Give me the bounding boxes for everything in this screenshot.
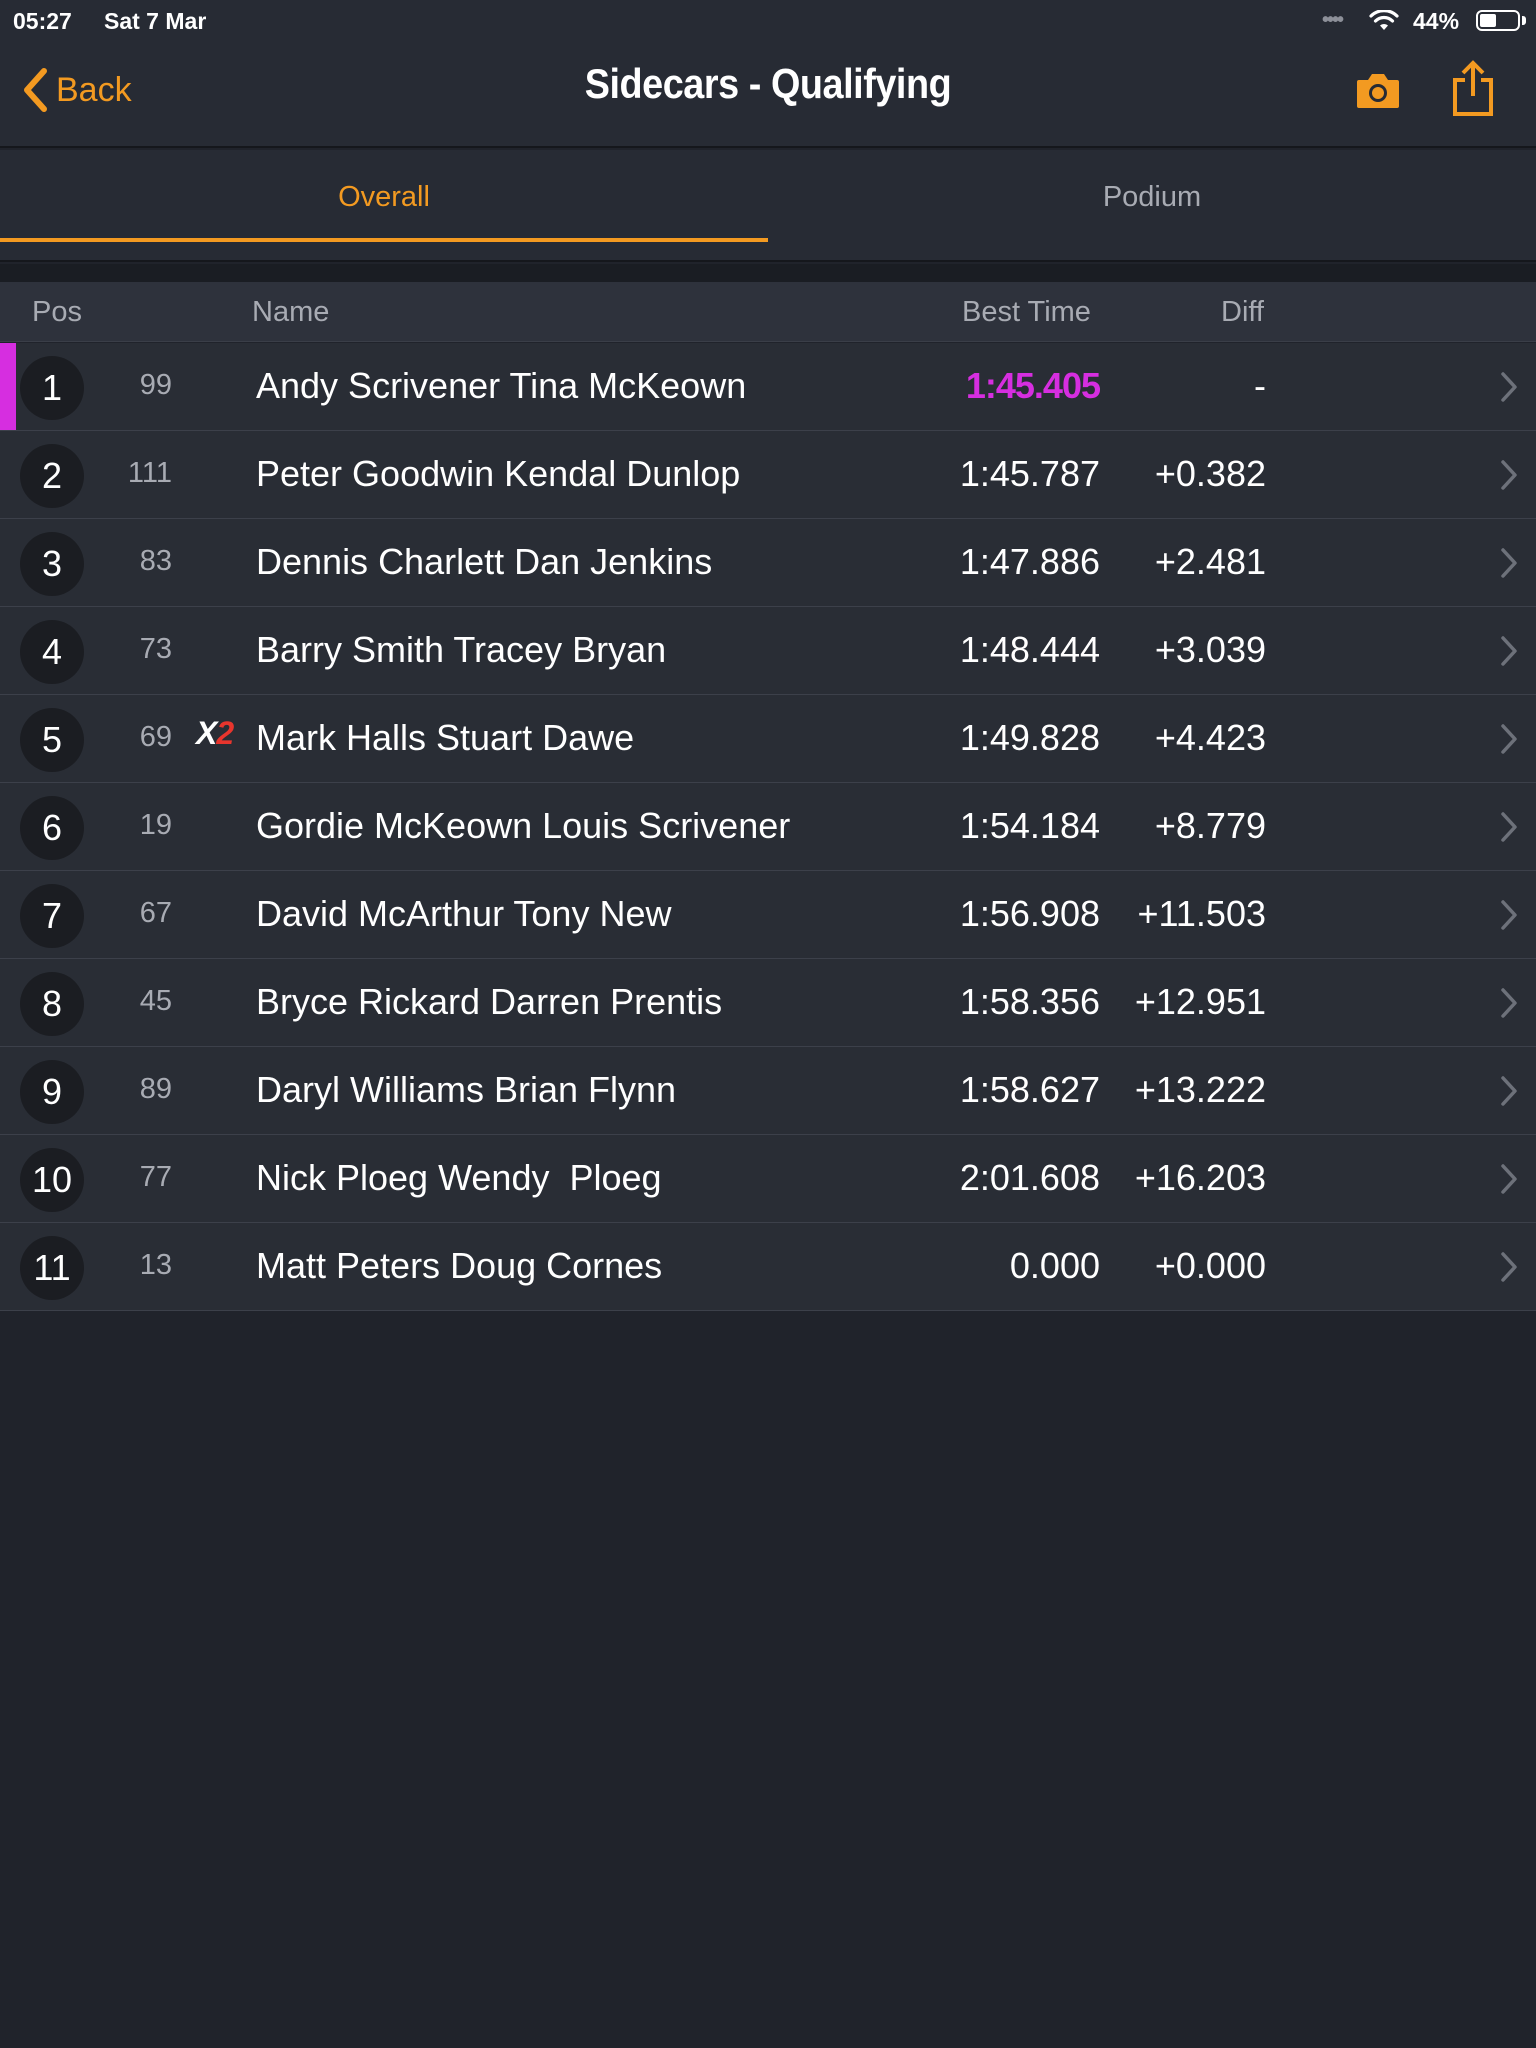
wifi-icon	[1369, 10, 1399, 30]
rider-names: Barry Smith Tracey Bryan	[256, 629, 667, 670]
status-bar: 05:27 Sat 7 Mar •••• 44%	[0, 0, 1536, 40]
battery-fill	[1480, 14, 1496, 27]
time-diff: +2.481	[1154, 541, 1266, 582]
page-title: Sidecars - Qualifying	[584, 60, 952, 107]
chevron-right-icon	[1501, 724, 1517, 754]
position-badge: 11	[20, 1236, 84, 1300]
position-badge: 2	[20, 444, 84, 508]
table-header: Pos Name Best Time Diff	[0, 282, 1536, 342]
rider-names: Matt Peters Doug Cornes	[256, 1245, 663, 1286]
rider-names: Peter Goodwin Kendal Dunlop	[256, 453, 741, 494]
car-number: 67	[139, 897, 172, 929]
table-row[interactable]: 6 19 Gordie McKeown Louis Scrivener 1:54.18…	[0, 783, 1536, 871]
car-number: 99	[139, 369, 172, 401]
time-diff: +11.503	[1137, 893, 1266, 934]
chevron-right-icon	[1501, 812, 1517, 842]
car-number: 19	[139, 809, 172, 841]
chevron-right-icon	[1501, 460, 1517, 490]
chevron-right-icon	[1501, 1076, 1517, 1106]
rider-names: Daryl Williams Brian Flynn	[256, 1069, 677, 1110]
chevron-left-icon	[24, 68, 47, 112]
rider-names: Dennis Charlett Dan Jenkins	[256, 541, 713, 582]
position-badge: 3	[20, 532, 84, 596]
share-icon[interactable]	[1450, 60, 1496, 118]
time-diff: +8.779	[1154, 805, 1266, 846]
time-diff: +0.000	[1154, 1245, 1266, 1286]
chevron-right-icon	[1501, 548, 1517, 578]
chevron-right-icon	[1501, 636, 1517, 666]
table-row[interactable]: 1 99 Andy Scrivener Tina McKeown 1:45.405-	[0, 343, 1536, 431]
column-header-name: Name	[252, 296, 330, 328]
rider-names: Bryce Rickard Darren Prentis	[256, 981, 723, 1022]
time-diff: +3.039	[1154, 629, 1266, 670]
position-badge: 6	[20, 796, 84, 860]
time-diff: +12.951	[1134, 981, 1266, 1022]
car-number: 13	[139, 1249, 172, 1281]
position-badge: 1	[20, 356, 84, 420]
divider	[0, 264, 1536, 282]
table-row[interactable]: 8 45 Bryce Rickard Darren Prentis 1:58.356 +…	[0, 959, 1536, 1047]
time-diff: +0.382	[1154, 453, 1266, 494]
fastest-lap-marker	[0, 343, 16, 430]
battery-icon	[1476, 10, 1520, 31]
car-number: 83	[139, 545, 172, 577]
table-row[interactable]: 5 69 X2 Mark Halls Stuart Dawe 1:49.828 +4.42…	[0, 695, 1536, 783]
chevron-right-icon	[1501, 900, 1517, 930]
cellular-signal-icon: ••••	[1322, 9, 1344, 31]
car-number: 45	[139, 985, 172, 1017]
status-time: 05:27	[13, 8, 72, 34]
x2-badge-icon: X2	[196, 715, 234, 751]
column-header-diff: Diff	[1221, 296, 1264, 328]
position-badge: 5	[20, 708, 84, 772]
chevron-right-icon	[1501, 1164, 1517, 1194]
rider-names: Gordie McKeown Louis Scrivener	[256, 805, 791, 846]
position-badge: 8	[20, 972, 84, 1036]
rider-names: Andy Scrivener Tina McKeown	[256, 365, 747, 406]
car-number: 89	[139, 1073, 172, 1105]
car-number: 77	[139, 1161, 172, 1193]
time-diff: +13.222	[1134, 1069, 1266, 1110]
camera-icon[interactable]	[1355, 70, 1401, 110]
column-header-best-time: Best Time	[962, 296, 1091, 328]
rider-names: Nick Ploeg Wendy Ploeg	[256, 1157, 662, 1198]
position-badge: 9	[20, 1060, 84, 1124]
chevron-right-icon	[1501, 372, 1517, 402]
table-row[interactable]: 10 77 Nick Ploeg Wendy Ploeg 2:01.608 +16.20…	[0, 1135, 1536, 1223]
battery-nub	[1522, 16, 1526, 25]
position-badge: 10	[20, 1148, 84, 1212]
table-row[interactable]: 11 13 Matt Peters Doug Cornes 0.000 +0.000	[0, 1223, 1536, 1311]
status-date: Sat 7 Mar	[104, 8, 207, 34]
tab-podium[interactable]: Podium	[768, 150, 1536, 262]
chevron-right-icon	[1501, 1252, 1517, 1282]
car-number: 111	[127, 457, 172, 489]
time-diff: +16.203	[1134, 1157, 1266, 1198]
active-tab-indicator	[0, 238, 768, 242]
rider-names: Mark Halls Stuart Dawe	[256, 717, 635, 758]
chevron-right-icon	[1501, 988, 1517, 1018]
column-header-pos: Pos	[32, 296, 82, 328]
table-row[interactable]: 9 89 Daryl Williams Brian Flynn 1:58.627 +13…	[0, 1047, 1536, 1135]
car-number: 69	[139, 721, 172, 753]
results-list: 1 99 Andy Scrivener Tina McKeown 1:45.405-2…	[0, 343, 1536, 1311]
time-diff: -	[1254, 365, 1266, 406]
time-diff: +4.423	[1154, 717, 1266, 758]
car-number: 73	[139, 633, 172, 665]
rider-names: David McArthur Tony New	[256, 893, 672, 934]
table-row[interactable]: 4 73 Barry Smith Tracey Bryan 1:48.444 +3.03…	[0, 607, 1536, 695]
position-badge: 7	[20, 884, 84, 948]
nav-bar: Back Sidecars - Qualifying	[0, 40, 1536, 148]
segment-tabs: Overall Podium	[0, 150, 1536, 262]
tab-overall[interactable]: Overall	[0, 150, 768, 262]
table-row[interactable]: 3 83 Dennis Charlett Dan Jenkins 1:47.886 +2…	[0, 519, 1536, 607]
position-badge: 4	[20, 620, 84, 684]
table-row[interactable]: 2 111 Peter Goodwin Kendal Dunlop 1:45.787 +…	[0, 431, 1536, 519]
battery-percent: 44%	[1413, 8, 1460, 34]
table-row[interactable]: 7 67 David McArthur Tony New 1:56.908 +11.50…	[0, 871, 1536, 959]
